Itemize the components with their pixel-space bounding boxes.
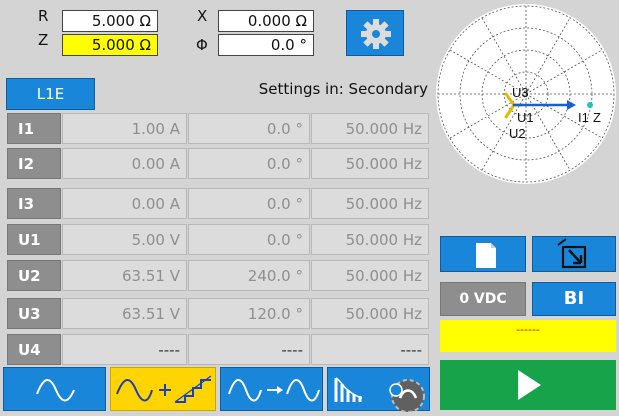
- sine-sequence-mode-tab[interactable]: [220, 367, 323, 411]
- i1-label: I1: [578, 110, 589, 125]
- fault-loop-button[interactable]: L1E: [6, 78, 95, 110]
- dc-output-button[interactable]: 0 VDC: [440, 282, 526, 316]
- x-value-field[interactable]: 0.000 Ω: [218, 10, 314, 32]
- export-button[interactable]: [532, 236, 616, 272]
- u3-angle[interactable]: 120.0 °: [188, 298, 310, 329]
- z-value-field[interactable]: 5.000 Ω: [62, 34, 158, 56]
- row-label-u4[interactable]: U4: [7, 334, 61, 365]
- start-output-button[interactable]: [440, 360, 616, 410]
- x-label: X: [197, 7, 208, 25]
- i3-magnitude[interactable]: 0.00 A: [62, 188, 187, 219]
- u3-magnitude[interactable]: 63.51 V: [62, 298, 187, 329]
- phi-value-field[interactable]: 0.0 °: [218, 34, 314, 56]
- u2-phasor: [504, 103, 516, 119]
- z-label: Z: [593, 110, 601, 125]
- i1-arrowhead: [567, 100, 576, 110]
- gear-icon: [361, 19, 391, 49]
- play-icon: [518, 370, 541, 400]
- i1-magnitude[interactable]: 1.00 A: [62, 113, 187, 144]
- i2-magnitude[interactable]: 0.00 A: [62, 148, 187, 179]
- u1-angle[interactable]: 0.0 °: [188, 224, 310, 255]
- row-label-u3[interactable]: U3: [7, 298, 61, 329]
- u2-magnitude[interactable]: 63.51 V: [62, 260, 187, 291]
- settings-button[interactable]: [346, 10, 404, 56]
- export-icon: [557, 238, 587, 269]
- r-value-field[interactable]: 5.000 Ω: [62, 10, 158, 32]
- sine-ramp-mode-tab[interactable]: [110, 367, 216, 411]
- r-label: R: [38, 7, 49, 25]
- status-indicator: ------: [440, 320, 616, 352]
- i1-frequency[interactable]: 50.000 Hz: [311, 113, 429, 144]
- sine-sequence-icon: [228, 379, 320, 402]
- z-point: [587, 102, 593, 108]
- u1-frequency[interactable]: 50.000 Hz: [311, 224, 429, 255]
- i2-angle[interactable]: 0.0 °: [188, 148, 310, 179]
- row-label-u2[interactable]: U2: [7, 260, 61, 291]
- new-file-button[interactable]: [440, 236, 526, 272]
- u2-angle[interactable]: 240.0 °: [188, 260, 310, 291]
- row-label-i2[interactable]: I2: [7, 148, 61, 179]
- u4-angle[interactable]: ----: [188, 334, 310, 365]
- sine-wave-icon: [36, 379, 75, 402]
- row-label-u1[interactable]: U1: [7, 224, 61, 255]
- i1-angle[interactable]: 0.0 °: [188, 113, 310, 144]
- settings-mode-text: Settings in: Secondary: [258, 80, 428, 98]
- binary-input-button[interactable]: BI: [532, 282, 616, 316]
- u2-label: U2: [509, 126, 526, 141]
- sine-ramp-icon: [116, 375, 212, 403]
- new-file-icon: [476, 243, 496, 268]
- harmonics-icon: [334, 377, 425, 413]
- i3-angle[interactable]: 0.0 °: [188, 188, 310, 219]
- u1-magnitude[interactable]: 5.00 V: [62, 224, 187, 255]
- z-label: Z: [38, 31, 49, 49]
- sine-mode-tab[interactable]: [3, 367, 106, 411]
- harmonics-mode-tab[interactable]: [327, 367, 430, 413]
- row-label-i1[interactable]: I1: [7, 113, 61, 144]
- u4-frequency[interactable]: ----: [311, 334, 429, 365]
- phi-label: Φ: [196, 36, 208, 54]
- phasor-diagram: U3 U1 U2 I1 Z: [436, 4, 616, 184]
- u3-label: U3: [512, 85, 529, 100]
- u4-magnitude[interactable]: ----: [62, 334, 187, 365]
- u2-frequency[interactable]: 50.000 Hz: [311, 260, 429, 291]
- i3-frequency[interactable]: 50.000 Hz: [311, 188, 429, 219]
- u1-label: U1: [517, 110, 534, 125]
- table: [0, 0, 1, 1]
- row-label-i3[interactable]: I3: [7, 188, 61, 219]
- u3-frequency[interactable]: 50.000 Hz: [311, 298, 429, 329]
- i2-frequency[interactable]: 50.000 Hz: [311, 148, 429, 179]
